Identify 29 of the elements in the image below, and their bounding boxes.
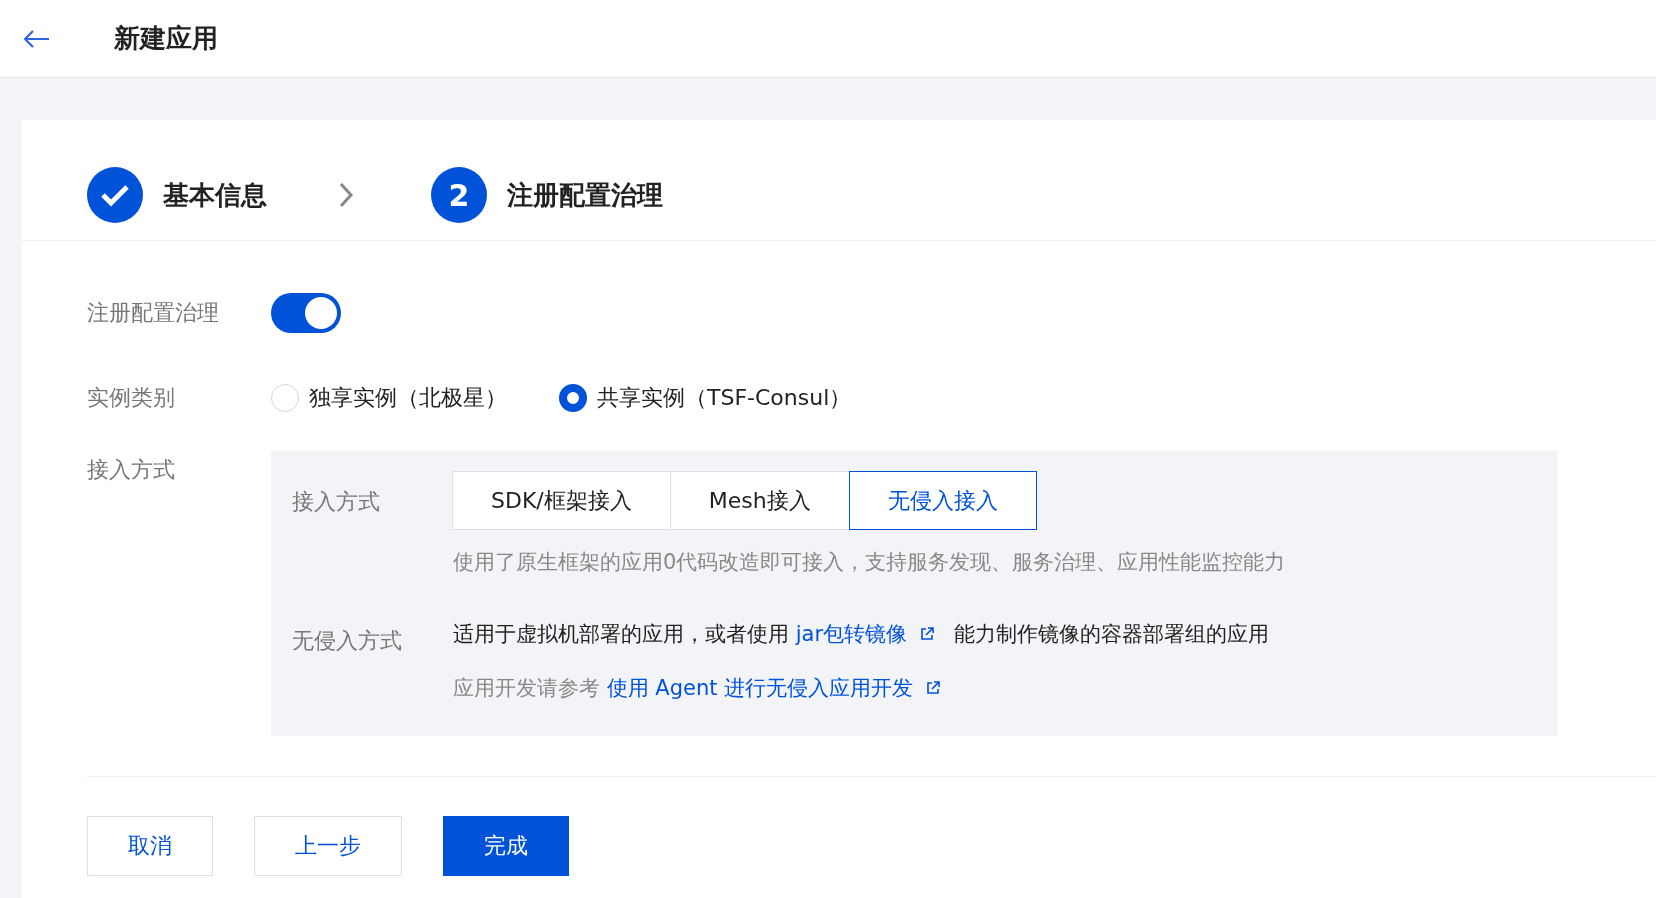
step-number: 2 bbox=[431, 167, 487, 223]
step-label: 基本信息 bbox=[163, 178, 267, 212]
external-link-icon[interactable] bbox=[919, 626, 936, 642]
footer-button[interactable]: 上一步 bbox=[254, 816, 402, 876]
segment-tab[interactable]: 无侵入接入 bbox=[848, 471, 1037, 530]
chevron-right-icon bbox=[339, 182, 353, 208]
external-link[interactable]: jar包转镜像 bbox=[795, 622, 908, 646]
field-label: 实例类别 bbox=[87, 384, 176, 412]
footer-button[interactable]: 取消 bbox=[87, 816, 213, 876]
external-link[interactable]: 使用 Agent 进行无侵入应用开发 bbox=[606, 676, 914, 700]
step-label: 注册配置治理 bbox=[507, 178, 663, 212]
toggle-switch[interactable] bbox=[271, 293, 341, 333]
segment-tab[interactable]: Mesh接入 bbox=[669, 471, 850, 530]
radio-button[interactable] bbox=[559, 384, 587, 412]
external-link-icon[interactable] bbox=[925, 680, 942, 696]
radio-label[interactable]: 共享实例（TSF-Consul） bbox=[597, 383, 852, 413]
field-label: 注册配置治理 bbox=[87, 299, 220, 327]
field-label: 无侵入方式 bbox=[292, 627, 403, 655]
page-title: 新建应用 bbox=[114, 22, 218, 55]
back-arrow-icon[interactable] bbox=[24, 29, 50, 48]
check-circle-icon bbox=[87, 167, 143, 223]
info-text: 应用开发请参考 使用 Agent 进行无侵入应用开发 bbox=[453, 674, 1269, 702]
field-label: 接入方式 bbox=[87, 456, 176, 484]
radio-label[interactable]: 独享实例（北极星） bbox=[309, 383, 507, 413]
info-text: 适用于虚拟机部署的应用，或者使用 jar包转镜像 能力制作镜像的容器部署组的应用 bbox=[453, 621, 1269, 648]
field-label: 接入方式 bbox=[292, 488, 381, 516]
footer-button[interactable]: 完成 bbox=[443, 816, 569, 876]
segment-tab[interactable]: SDK/框架接入 bbox=[452, 471, 671, 530]
mode-description: 使用了原生框架的应用0代码改造即可接入，支持服务发现、服务治理、应用性能监控能力 bbox=[453, 549, 1286, 576]
